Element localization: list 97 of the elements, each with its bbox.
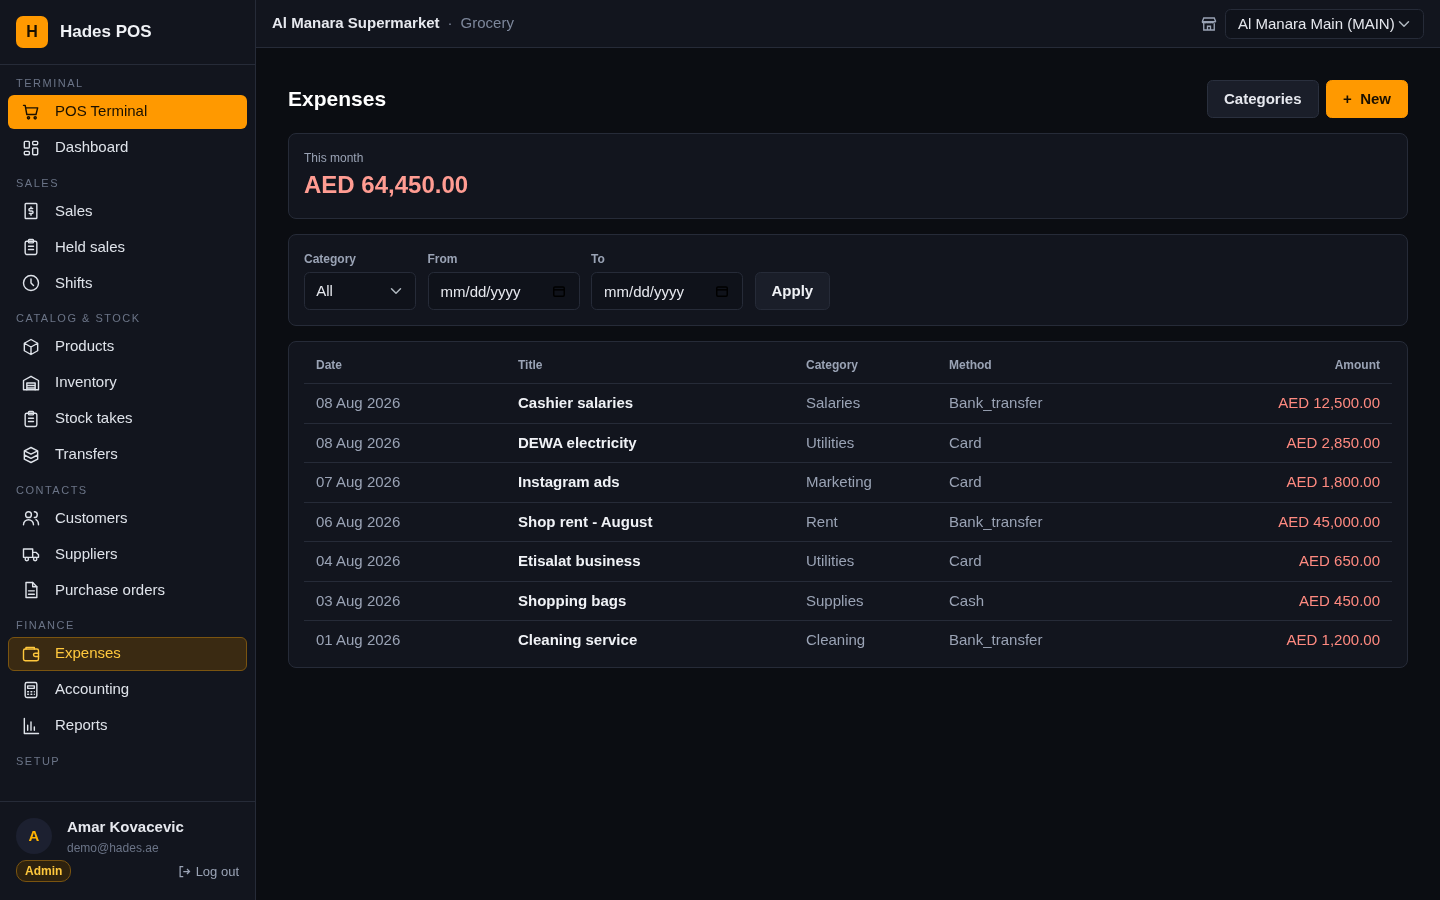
nav-item[interactable]: Purchase orders <box>8 573 247 607</box>
table-cell: AED 45,000.00 <box>1156 502 1392 542</box>
table-cell: Utilities <box>794 423 937 463</box>
field-label: Category <box>304 251 357 268</box>
column-header: Date <box>304 342 506 384</box>
table-cell: Cleaning service <box>506 620 794 660</box>
user-name: Amar Kovacevic <box>67 817 184 837</box>
table-cell: Cleaning <box>794 620 937 660</box>
categories-button[interactable]: Categories <box>1207 80 1319 118</box>
box-icon <box>21 336 41 357</box>
nav-item[interactable]: Sales <box>8 194 247 228</box>
avatar: A <box>16 818 52 855</box>
nav-item[interactable]: Inventory <box>8 365 247 400</box>
nav-item[interactable]: Stock takes <box>8 401 247 436</box>
table-cell: AED 650.00 <box>1156 541 1392 581</box>
users-icon <box>21 508 41 528</box>
store-name: Al Manara Supermarket <box>272 13 440 34</box>
table-cell: Card <box>937 462 1157 502</box>
table-cell: Cash <box>937 581 1157 621</box>
table-cell: Shopping bags <box>506 581 794 621</box>
table-cell: AED 1,800.00 <box>1156 462 1392 502</box>
calendar-icon <box>715 284 729 298</box>
table-cell: Etisalat business <box>506 541 794 581</box>
summary-value: AED 64,450.00 <box>304 170 470 200</box>
nav-item[interactable]: Accounting <box>8 672 247 707</box>
table-cell: Salaries <box>794 383 937 423</box>
table-cell: Utilities <box>794 541 937 581</box>
summary-label: This month <box>304 150 365 167</box>
nav-item[interactable]: Transfers <box>8 437 247 472</box>
table-cell: 04 Aug 2026 <box>304 541 506 581</box>
nav-item[interactable]: Shifts <box>8 266 247 300</box>
table-cell: Bank_transfer <box>937 383 1157 423</box>
logout-icon <box>176 863 192 879</box>
date-field[interactable]: mm/dd/yyyy <box>427 272 580 310</box>
table-cell: 01 Aug 2026 <box>304 620 506 660</box>
table-cell: Instagram ads <box>506 462 794 502</box>
nav-item[interactable]: Reports <box>8 708 247 743</box>
logo-badge: H <box>16 16 48 48</box>
field-label: From <box>427 251 459 268</box>
branch-select[interactable]: Al Manara Main (MAIN) <box>1225 8 1424 39</box>
nav-item[interactable]: Expenses <box>8 636 247 671</box>
table-cell: Supplies <box>794 581 937 621</box>
calendar-icon <box>551 284 566 298</box>
category-select[interactable]: All <box>304 272 416 310</box>
apply-button[interactable]: Apply <box>754 272 831 310</box>
app-name: Hades POS <box>60 21 152 44</box>
boxes-icon <box>21 444 41 465</box>
table-cell: Marketing <box>794 462 937 502</box>
page-title: Expenses <box>288 86 387 112</box>
table-cell: 08 Aug 2026 <box>304 423 506 463</box>
table-cell: Cashier salaries <box>506 383 794 423</box>
separator: · <box>447 13 453 34</box>
table-cell: Card <box>937 541 1157 581</box>
store-type: Grocery <box>460 13 514 34</box>
table-cell: Card <box>937 423 1157 463</box>
role-badge: Admin <box>16 860 72 883</box>
table-cell: 07 Aug 2026 <box>304 462 506 502</box>
receipt-icon <box>21 201 41 221</box>
table-cell: Bank_transfer <box>937 620 1157 660</box>
column-header: Title <box>506 342 794 384</box>
user-email: demo@hades.ae <box>67 839 160 857</box>
table-cell: AED 450.00 <box>1156 581 1392 621</box>
calculator-icon <box>21 679 41 700</box>
section-heading: FINANCE <box>15 618 76 633</box>
table-cell: Bank_transfer <box>937 502 1157 542</box>
table-cell: 08 Aug 2026 <box>304 383 506 423</box>
nav-item[interactable]: POS Terminal <box>8 94 247 129</box>
column-header: Method <box>937 342 1157 384</box>
section-heading: SETUP <box>15 753 62 769</box>
section-heading: TERMINAL <box>15 76 85 91</box>
table-cell: Rent <box>794 502 937 542</box>
nav-item[interactable]: Held sales <box>8 230 247 264</box>
field-label: To <box>591 251 606 268</box>
table-cell: Shop rent - August <box>506 502 794 542</box>
clipboard-icon <box>21 237 41 257</box>
section-heading: SALES <box>15 175 60 191</box>
store-icon <box>1199 14 1218 33</box>
nav-item[interactable]: Customers <box>8 501 247 535</box>
table-cell: 06 Aug 2026 <box>304 502 506 542</box>
logout-button[interactable]: Log out <box>176 861 239 881</box>
table-cell: AED 1,200.00 <box>1156 620 1392 660</box>
nav-item[interactable]: Suppliers <box>8 537 247 571</box>
clipboard-icon <box>21 408 41 429</box>
nav-item[interactable]: Products <box>8 329 247 364</box>
table-cell: 03 Aug 2026 <box>304 581 506 621</box>
date-field[interactable]: mm/dd/yyyy <box>591 272 743 310</box>
table-cell: AED 2,850.00 <box>1156 423 1392 463</box>
table-cell: DEWA electricity <box>506 423 794 463</box>
section-heading: CONTACTS <box>15 482 89 498</box>
nav-item[interactable]: Dashboard <box>8 130 247 165</box>
clock-icon <box>21 273 41 293</box>
table-cell: AED 12,500.00 <box>1156 383 1392 423</box>
column-header: Amount <box>1156 342 1392 384</box>
section-heading: CATALOG & STOCK <box>15 311 142 326</box>
chart-icon <box>21 715 41 736</box>
new-button[interactable]: + New <box>1326 80 1408 118</box>
column-header: Category <box>794 342 937 384</box>
